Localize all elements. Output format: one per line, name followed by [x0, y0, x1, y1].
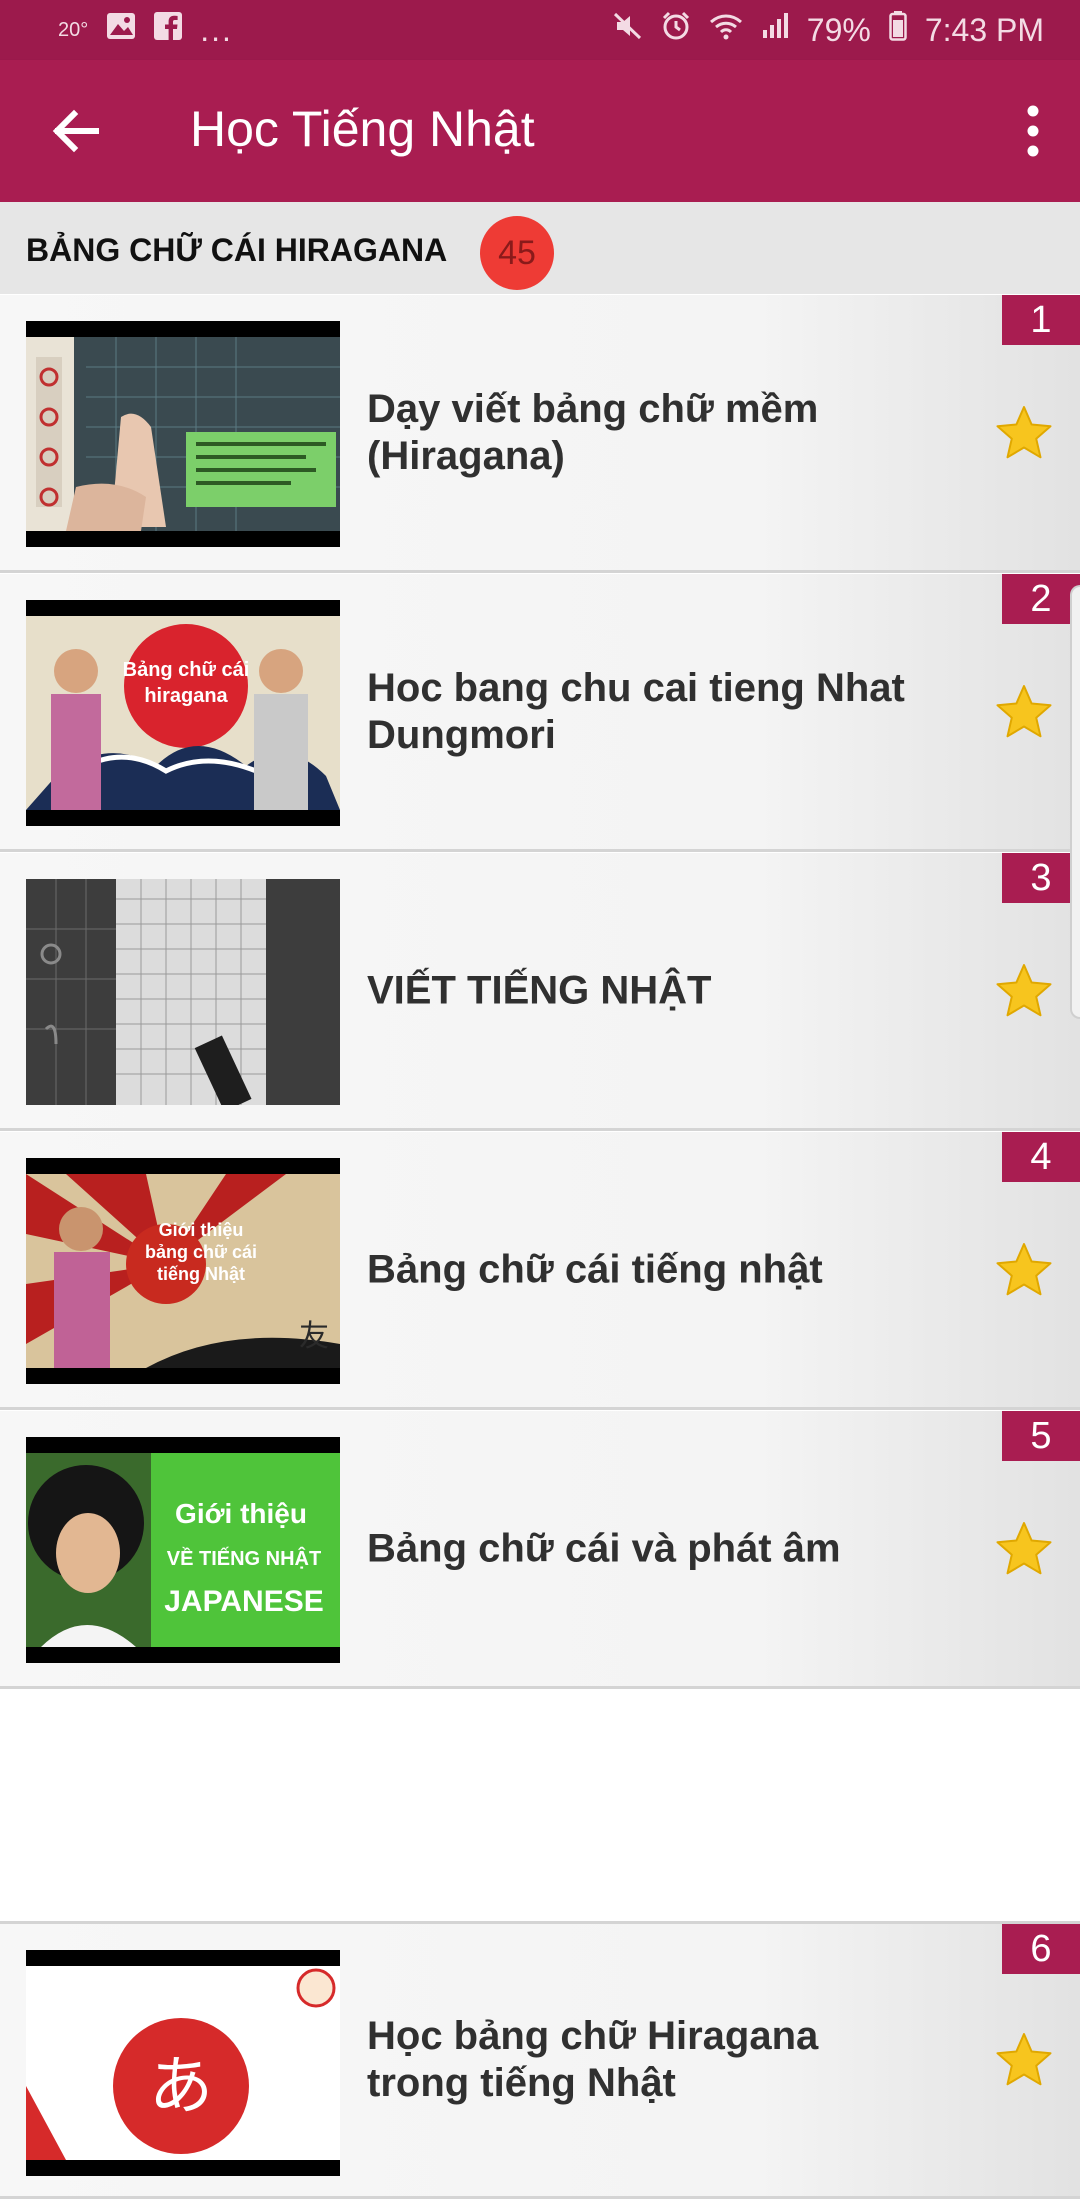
video-list-item[interactable]: VIẾT TIẾNG NHẬT 3 [0, 853, 1080, 1131]
thumbnail-kanji: 友 [299, 1319, 329, 1354]
thumbnail-image: Bảng chữ cái hiragana [26, 616, 340, 810]
video-title: Học bảng chữ Hiragana trong tiếng Nhật [367, 2014, 819, 2105]
item-index-badge: 5 [1002, 1411, 1080, 1461]
alarm-icon [661, 11, 691, 49]
video-list-item[interactable]: Giới thiệu VỀ TIẾNG NHẬT JAPANESE Bảng c… [0, 1411, 1080, 1689]
gallery-notification-icon [106, 12, 136, 48]
back-arrow-icon[interactable] [46, 102, 104, 160]
video-title: Bảng chữ cái tiếng nhật [367, 1247, 823, 1291]
video-title: Bảng chữ cái và phát âm [367, 1526, 841, 1570]
thumbnail-caption: bảng chữ cái [145, 1242, 257, 1262]
favorite-star-icon[interactable] [994, 1240, 1054, 1300]
video-thumbnail: Giới thiệu VỀ TIẾNG NHẬT JAPANESE [26, 1437, 340, 1663]
thumbnail-kana: あ [149, 2050, 213, 2124]
thumbnail-image: あ [26, 1966, 340, 2160]
item-index-badge: 4 [1002, 1132, 1080, 1182]
thumbnail-image: Giới thiệu VỀ TIẾNG NHẬT JAPANESE [26, 1453, 340, 1647]
video-thumbnail [26, 321, 340, 547]
status-left: 20° ... [58, 12, 233, 49]
temperature-text: 20° [58, 18, 89, 41]
thumbnail-caption: Giới thiệu [175, 1498, 307, 1529]
video-title: Dạy viết bảng chữ mềm (Hiragana) [367, 386, 819, 478]
item-index-badge: 6 [1002, 1924, 1080, 1974]
video-title: VIẾT TIẾNG NHẬT [367, 968, 712, 1012]
video-count-badge: 45 [480, 216, 554, 290]
video-thumbnail [26, 879, 340, 1105]
favorite-star-icon[interactable] [994, 682, 1054, 742]
thumbnail-caption: VỀ TIẾNG NHẬT [167, 1546, 321, 1570]
thumbnail-caption: Giới thiệu [159, 1220, 244, 1240]
more-notifications-text: ... [200, 11, 233, 48]
video-list-item[interactable]: Giới thiệu bảng chữ cái tiếng Nhật 友 Bản… [0, 1132, 1080, 1410]
thumbnail-image [26, 337, 340, 531]
favorite-star-icon[interactable] [994, 961, 1054, 1021]
favorite-star-icon[interactable] [994, 1519, 1054, 1579]
edge-panel-handle[interactable] [1070, 585, 1080, 1019]
thumbnail-caption: Bảng chữ cái [123, 659, 250, 681]
wifi-icon [709, 12, 743, 48]
thumbnail-caption: JAPANESE [164, 1585, 324, 1618]
item-index-badge: 3 [1002, 853, 1080, 903]
thumbnail-image [26, 879, 340, 1105]
video-thumbnail: あ [26, 1950, 340, 2176]
mute-icon [613, 11, 643, 49]
status-bar: 20° ... 79% 7:43 PM [0, 0, 1080, 60]
battery-percent: 79% [806, 11, 871, 48]
item-index-badge: 2 [1002, 574, 1080, 624]
video-list-item[interactable]: Bảng chữ cái hiragana Hoc bang chu cai t… [0, 574, 1080, 852]
video-list-item[interactable]: あ Học bảng chữ Hiragana trong tiếng Nhật… [0, 1921, 1080, 2199]
video-list-item[interactable]: Dạy viết bảng chữ mềm (Hiragana) 1 [0, 295, 1080, 573]
favorite-star-icon[interactable] [994, 2030, 1054, 2090]
clock-text: 7:43 PM [924, 11, 1044, 48]
thumbnail-image: Giới thiệu bảng chữ cái tiếng Nhật 友 [26, 1174, 340, 1368]
battery-icon [889, 11, 907, 49]
thumbnail-caption: hiragana [144, 685, 228, 707]
section-title: BẢNG CHỮ CÁI HIRAGANA [26, 232, 448, 268]
video-title: Hoc bang chu cai tieng Nhat Dungmori [367, 665, 905, 757]
section-header: BẢNG CHỮ CÁI HIRAGANA 45 [0, 202, 1080, 294]
status-right: 79% 7:43 PM [613, 11, 1044, 49]
thumbnail-caption: tiếng Nhật [157, 1264, 245, 1284]
more-options-icon[interactable] [1008, 98, 1058, 164]
page-title: Học Tiếng Nhật [190, 101, 535, 157]
video-thumbnail: Bảng chữ cái hiragana [26, 600, 340, 826]
facebook-notification-icon [154, 12, 183, 48]
app-bar: Học Tiếng Nhật [0, 60, 1080, 202]
signal-icon [761, 12, 789, 48]
video-thumbnail: Giới thiệu bảng chữ cái tiếng Nhật 友 [26, 1158, 340, 1384]
item-index-badge: 1 [1002, 295, 1080, 345]
favorite-star-icon[interactable] [994, 403, 1054, 463]
